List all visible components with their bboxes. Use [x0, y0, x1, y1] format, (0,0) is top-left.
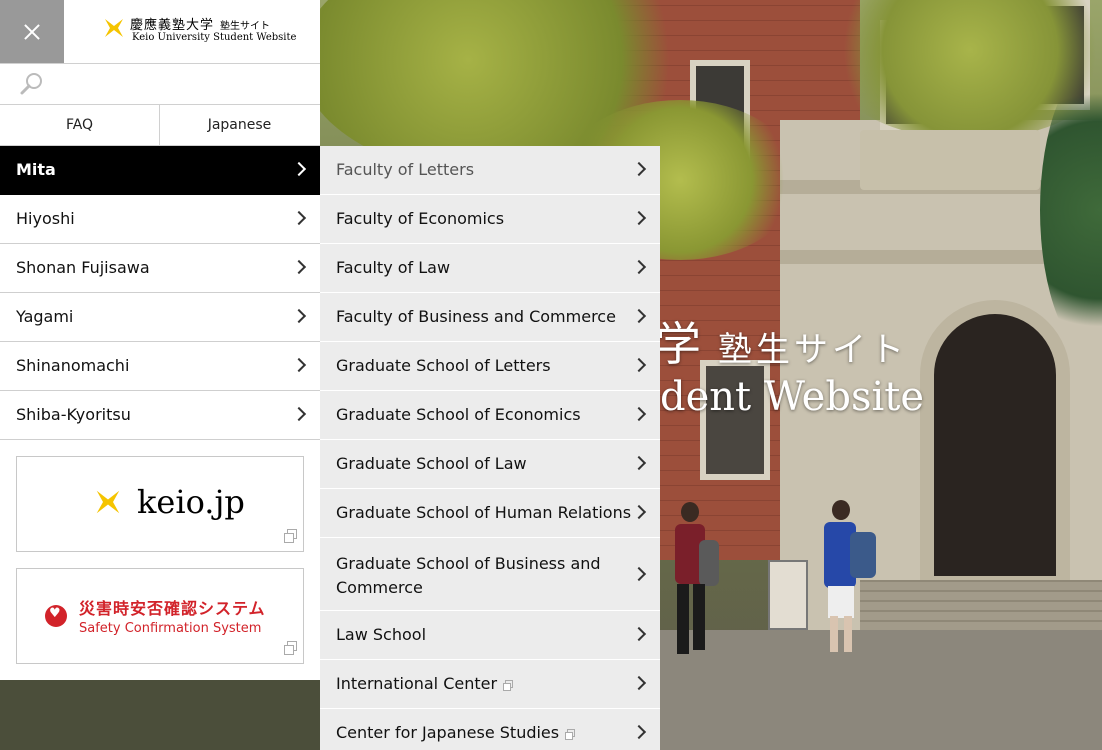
campus-item-mita[interactable]: Mita: [0, 146, 320, 195]
chevron-right-icon: [631, 210, 647, 226]
submenu-label: International Center: [336, 674, 498, 693]
hero-subtitle-fragment: dent Website: [660, 374, 925, 420]
chevron-right-icon: [291, 161, 307, 177]
faq-link[interactable]: FAQ: [0, 105, 160, 145]
campus-item-shinanomachi[interactable]: Shinanomachi: [0, 342, 320, 391]
drawer-header: 慶應義塾大学 塾生サイト Keio University Student Webs…: [0, 0, 320, 64]
submenu-label: Faculty of Economics: [336, 209, 505, 228]
campus-label: Shonan Fujisawa: [16, 258, 150, 277]
submenu-label: Faculty of Letters: [336, 160, 475, 179]
chevron-right-icon: [631, 626, 647, 642]
logo-subtitle: Keio University Student Website: [132, 32, 297, 43]
campus-item-hiyoshi[interactable]: Hiyoshi: [0, 195, 320, 244]
chevron-right-icon: [631, 504, 647, 520]
campus-label: Hiyoshi: [16, 209, 75, 228]
chevron-right-icon: [631, 259, 647, 275]
submenu-label: Faculty of Law: [336, 258, 451, 277]
keiojp-label: keio.jp: [137, 483, 245, 521]
submenu-item-faculty-of-economics[interactable]: Faculty of Economics: [320, 195, 660, 244]
campus-item-shiba-kyoritsu[interactable]: Shiba-Kyoritsu: [0, 391, 320, 440]
chevron-right-icon: [291, 406, 307, 422]
keiojp-banner[interactable]: keio.jp: [16, 456, 304, 552]
chevron-right-icon: [631, 675, 647, 691]
chevron-right-icon: [631, 455, 647, 471]
campus-item-shonan-fujisawa[interactable]: Shonan Fujisawa: [0, 244, 320, 293]
trash-bin: [768, 560, 808, 630]
campus-label: Mita: [16, 160, 56, 179]
chevron-right-icon: [291, 357, 307, 373]
safety-confirmation-banner[interactable]: ♥ 災害時安否確認システム Safety Confirmation System: [16, 568, 304, 664]
library-arch-doorway: [920, 300, 1070, 590]
submenu-item-law-school[interactable]: Law School: [320, 611, 660, 660]
submenu-label: Graduate School of Letters: [336, 356, 551, 375]
chevron-right-icon: [291, 210, 307, 226]
submenu-item-international-center[interactable]: International Center: [320, 660, 660, 709]
heart-icon: ♥: [45, 605, 67, 627]
mita-submenu: Faculty of Letters Faculty of Economics …: [320, 146, 660, 750]
hero-title-fragment: 学: [655, 317, 701, 371]
chevron-right-icon: [631, 724, 647, 740]
chevron-right-icon: [631, 161, 647, 177]
submenu-item-faculty-of-business-and-commerce[interactable]: Faculty of Business and Commerce: [320, 293, 660, 342]
safety-title-en: Safety Confirmation System: [79, 621, 262, 636]
submenu-label: Faculty of Business and Commerce: [336, 307, 616, 326]
chevron-right-icon: [291, 308, 307, 324]
chevron-right-icon: [631, 566, 647, 582]
external-link-icon: [284, 529, 297, 543]
chevron-right-icon: [631, 357, 647, 373]
submenu-label: Law School: [336, 625, 427, 644]
campus-label: Shinanomachi: [16, 356, 130, 375]
submenu-label: Graduate School of Economics: [336, 405, 581, 424]
keio-pen-logo-icon: [105, 19, 123, 37]
submenu-label: Center for Japanese Studies: [336, 723, 560, 742]
submenu-label: Graduate School of Human Relations: [336, 503, 632, 522]
hero-title-small: 塾生サイト: [718, 330, 908, 370]
campus-item-yagami[interactable]: Yagami: [0, 293, 320, 342]
submenu-item-graduate-school-of-economics[interactable]: Graduate School of Economics: [320, 391, 660, 440]
submenu-item-graduate-school-of-law[interactable]: Graduate School of Law: [320, 440, 660, 489]
chevron-right-icon: [291, 259, 307, 275]
submenu-label: Graduate School of Business and Commerce: [336, 554, 601, 597]
logo-title-jp: 慶應義塾大学: [130, 18, 215, 33]
submenu-item-faculty-of-law[interactable]: Faculty of Law: [320, 244, 660, 293]
close-button[interactable]: [0, 0, 64, 63]
external-link-icon: [503, 680, 514, 691]
search-input[interactable]: [50, 70, 314, 100]
safety-title-jp: 災害時安否確認システム: [79, 599, 266, 618]
search-icon[interactable]: [19, 71, 45, 97]
utility-links: FAQ Japanese: [0, 105, 320, 146]
keio-pen-logo-icon: [96, 490, 120, 514]
external-link-icon: [565, 729, 576, 740]
chevron-right-icon: [631, 308, 647, 324]
campus-label: Yagami: [16, 307, 74, 326]
chevron-right-icon: [631, 406, 647, 422]
campus-label: Shiba-Kyoritsu: [16, 405, 131, 424]
search-bar: [0, 64, 320, 105]
submenu-item-graduate-school-of-human-relations[interactable]: Graduate School of Human Relations: [320, 489, 660, 538]
submenu-item-graduate-school-of-business-and-commerce[interactable]: Graduate School of Business and Commerce: [320, 538, 660, 611]
submenu-item-center-for-japanese-studies[interactable]: Center for Japanese Studies: [320, 709, 660, 750]
external-link-icon: [284, 641, 297, 655]
nav-drawer: 慶應義塾大学 塾生サイト Keio University Student Webs…: [0, 0, 320, 680]
submenu-item-graduate-school-of-letters[interactable]: Graduate School of Letters: [320, 342, 660, 391]
japanese-link[interactable]: Japanese: [160, 105, 319, 145]
submenu-item-faculty-of-letters[interactable]: Faculty of Letters: [320, 146, 660, 195]
logo-title-small: 塾生サイト: [220, 21, 271, 32]
site-logo[interactable]: 慶應義塾大学 塾生サイト Keio University Student Webs…: [102, 14, 296, 50]
submenu-label: Graduate School of Law: [336, 454, 527, 473]
